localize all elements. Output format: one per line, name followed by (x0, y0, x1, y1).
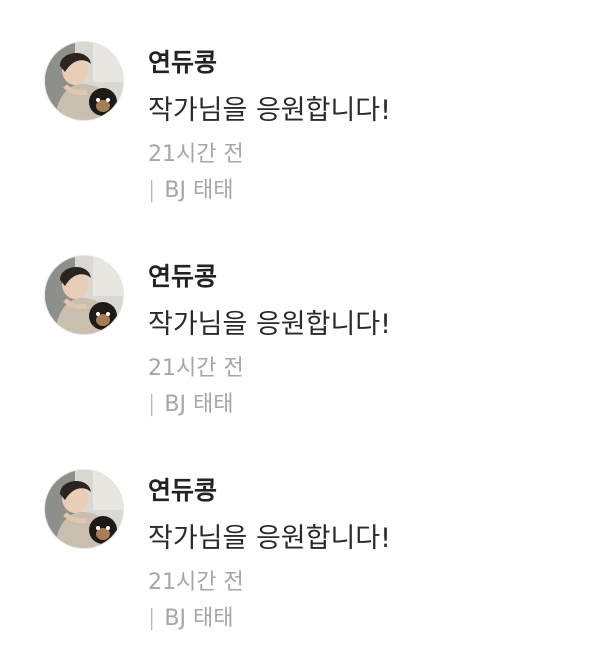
avatar[interactable] (45, 256, 123, 334)
comment-author-link[interactable]: | BJ 태태 (148, 386, 233, 418)
comment-timestamp: 21시간 전 (148, 356, 244, 381)
profile-photo-icon (45, 256, 123, 334)
comment-message: 작가님을 응원합니다! (148, 95, 391, 126)
commenter-name[interactable]: 연듀콩 (148, 43, 217, 79)
comment-message: 작가님을 응원합니다! (148, 309, 391, 340)
comment-item: 연듀콩 작가님을 응원합니다! 21시간 전 | BJ 태태 (0, 0, 604, 203)
separator: | (148, 606, 156, 631)
author-name[interactable]: BJ 태태 (164, 606, 233, 631)
comment-timestamp: 21시간 전 (148, 570, 244, 595)
commenter-name[interactable]: 연듀콩 (148, 471, 217, 507)
profile-photo-icon (45, 42, 123, 120)
comment-message: 작가님을 응원합니다! (148, 523, 391, 554)
avatar[interactable] (45, 470, 123, 548)
profile-photo-icon (45, 470, 123, 548)
comment-author-link[interactable]: | BJ 태태 (148, 600, 233, 632)
comment-item: 연듀콩 작가님을 응원합니다! 21시간 전 | BJ 태태 (0, 214, 604, 417)
avatar[interactable] (45, 42, 123, 120)
comment-list: 연듀콩 작가님을 응원합니다! 21시간 전 |BJ 태태 연듀콩 작가님을 (0, 0, 604, 672)
comment-item: 연듀콩 작가님을 응원합니다! 21시간 전 | BJ 태태 (0, 428, 604, 631)
author-name[interactable]: BJ 태태 (164, 392, 233, 417)
separator: | (148, 178, 156, 203)
comment-timestamp: 21시간 전 (148, 142, 244, 167)
comment-author-link[interactable]: | BJ 태태 (148, 172, 233, 204)
author-name[interactable]: BJ 태태 (164, 178, 233, 203)
commenter-name[interactable]: 연듀콩 (148, 257, 217, 293)
separator: | (148, 392, 156, 417)
